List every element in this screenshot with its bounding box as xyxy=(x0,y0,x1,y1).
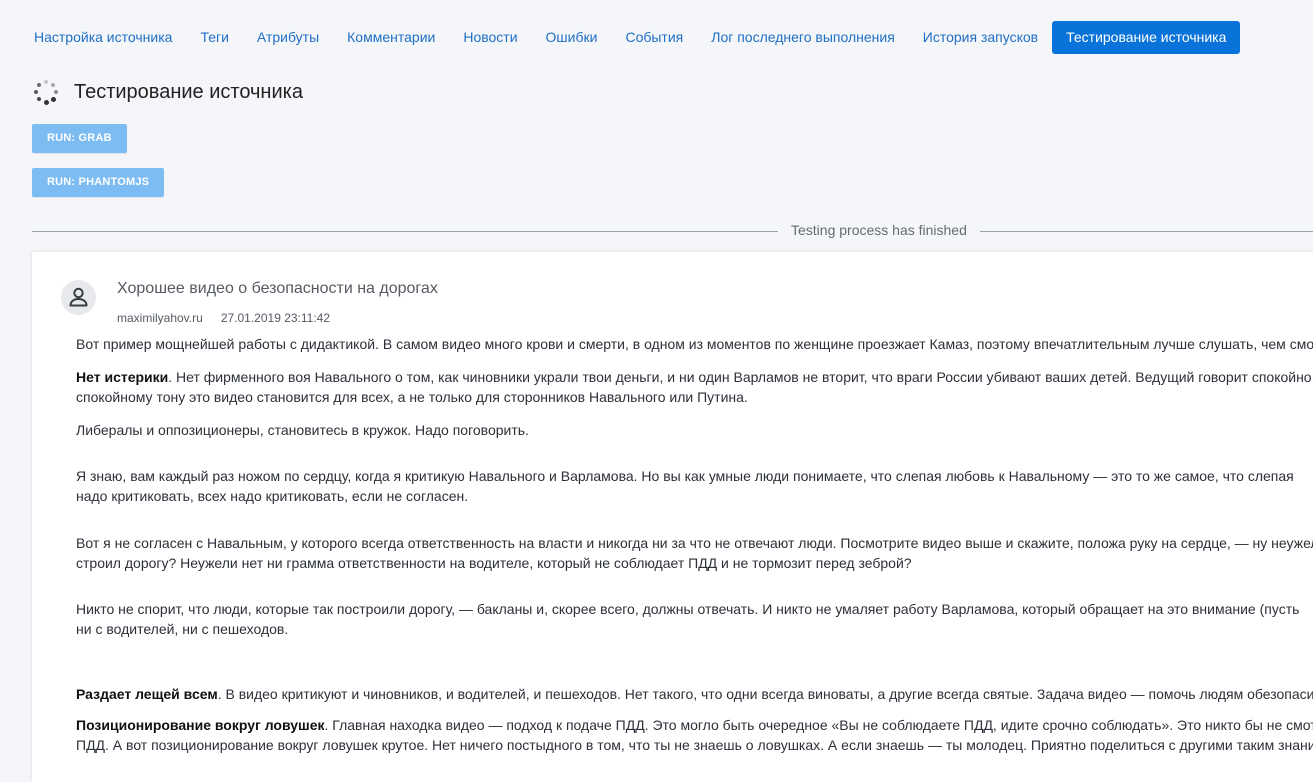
paragraph-text: . В видео критикуют и чиновников, и води… xyxy=(218,686,1313,702)
page-header: Тестирование источника xyxy=(34,80,303,104)
tab-events[interactable]: События xyxy=(611,21,697,54)
tab-last-run-log[interactable]: Лог последнего выполнения xyxy=(697,21,909,54)
item-source: maximilyahov.ru xyxy=(117,311,203,325)
paragraph-text: . Главная находка видео — подход к подач… xyxy=(325,717,1313,733)
news-item-card: Хорошее видео о безопасности на дорогах … xyxy=(32,252,1313,782)
tab-news[interactable]: Новости xyxy=(449,21,531,54)
tab-errors[interactable]: Ошибки xyxy=(532,21,612,54)
tab-attributes[interactable]: Атрибуты xyxy=(243,21,333,54)
tab-comments[interactable]: Комментарии xyxy=(333,21,449,54)
paragraph-bold: Раздает лещей всем xyxy=(76,686,218,702)
paragraph: ПДД. А вот позиционирование вокруг ловуш… xyxy=(76,735,1313,755)
page-title: Тестирование источника xyxy=(74,81,303,104)
tab-run-history[interactable]: История запусков xyxy=(909,21,1052,54)
paragraph: Я знаю, вам каждый раз ножом по сердцу, … xyxy=(76,466,1313,486)
run-phantomjs-button[interactable]: RUN: PHANTOMJS xyxy=(32,168,164,197)
paragraph: Вот я не согласен с Навальным, у которог… xyxy=(76,533,1313,553)
item-body: Вот пример мощнейшей работы с дидактикой… xyxy=(76,334,1313,755)
status-divider: Testing process has finished xyxy=(32,222,1313,238)
user-icon xyxy=(61,280,96,315)
tab-source-settings[interactable]: Настройка источника xyxy=(20,21,186,54)
paragraph: Нет истерики. Нет фирменного воя Навальн… xyxy=(76,367,1313,387)
paragraph: спокойному тону это видео становится для… xyxy=(76,387,1313,407)
avatar xyxy=(61,280,96,315)
tab-tags[interactable]: Теги xyxy=(186,21,242,54)
paragraph: Вот пример мощнейшей работы с дидактикой… xyxy=(76,334,1313,354)
run-grab-button[interactable]: RUN: GRAB xyxy=(32,124,127,153)
paragraph-bold: Нет истерики xyxy=(76,369,168,385)
divider-line-left xyxy=(32,231,778,232)
paragraph: строил дорогу? Неужели нет ни грамма отв… xyxy=(76,553,1313,573)
item-date: 27.01.2019 23:11:42 xyxy=(221,311,330,325)
paragraph: Раздает лещей всем. В видео критикуют и … xyxy=(76,684,1313,704)
paragraph: Никто не спорит, что люди, которые так п… xyxy=(76,599,1313,619)
status-text: Testing process has finished xyxy=(791,222,967,238)
paragraph: надо критиковать, всех надо критиковать,… xyxy=(76,486,1313,506)
tab-source-testing[interactable]: Тестирование источника xyxy=(1052,21,1240,54)
item-title: Хорошее видео о безопасности на дорогах xyxy=(117,280,438,298)
tab-bar: Настройка источника Теги Атрибуты Коммен… xyxy=(20,21,1240,54)
paragraph-text: . Нет фирменного воя Навального о том, к… xyxy=(168,369,1313,385)
paragraph: Позиционирование вокруг ловушек. Главная… xyxy=(76,715,1313,735)
paragraph: ни с водителей, ни с пешеходов. xyxy=(76,619,1313,639)
paragraph: Либералы и оппозиционеры, становитесь в … xyxy=(76,420,1313,440)
paragraph-bold: Позиционирование вокруг ловушек xyxy=(76,717,325,733)
loading-spinner-icon xyxy=(34,80,58,104)
divider-line-right xyxy=(980,231,1313,232)
item-meta: maximilyahov.ru 27.01.2019 23:11:42 xyxy=(117,311,330,325)
